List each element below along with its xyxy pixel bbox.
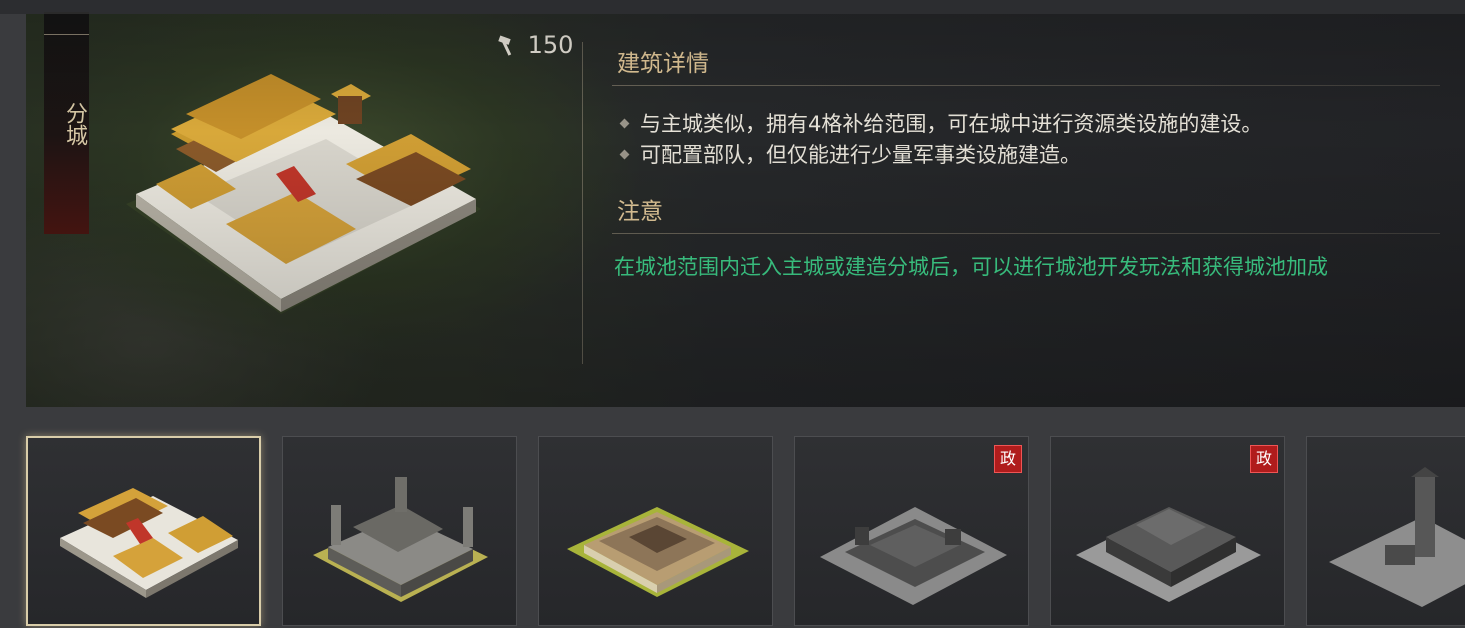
building-type-list: 政 政 [0, 422, 1465, 626]
building-name: 分城 [62, 102, 87, 146]
details-bullet: 可配置部队，但仅能进行少量军事类设施建造。 [619, 140, 1081, 170]
policy-badge: 政 [1250, 445, 1278, 473]
cost-value: 150 [527, 31, 574, 59]
walled-town-thumbnail [567, 507, 749, 597]
grey-tower-thumbnail [1329, 467, 1465, 607]
building-preview-panel: 分城 150 建筑详情 与主城类似，拥有4格补给范围，可在城中进行资源类设施的建… [26, 12, 1465, 407]
building-card-walled-town[interactable] [538, 436, 773, 626]
building-card-grey-camp[interactable]: 政 [794, 436, 1029, 626]
building-card-golden-palace[interactable] [26, 436, 261, 626]
policy-badge: 政 [994, 445, 1022, 473]
hammer-icon [496, 31, 528, 59]
details-bullet-text: 与主城类似，拥有4格补给范围，可在城中进行资源类设施的建设。 [640, 112, 1263, 136]
banner-rule [44, 34, 89, 35]
diamond-bullet-icon [619, 118, 630, 129]
notice-rule [612, 233, 1440, 234]
building-card-grey-tower[interactable] [1306, 436, 1465, 626]
build-cost: 150 [496, 30, 573, 60]
building-illustration [126, 74, 481, 314]
details-bullet-text: 可配置部队，但仅能进行少量军事类设施建造。 [640, 143, 1081, 167]
golden-palace-thumbnail [60, 488, 238, 598]
panel-divider [582, 42, 583, 364]
notice-title: 注意 [617, 199, 663, 225]
building-name-banner: 分城 [44, 12, 89, 234]
building-card-grey-fortress[interactable]: 政 [1050, 436, 1285, 626]
details-rule [612, 85, 1440, 86]
stone-fortress-thumbnail [313, 477, 488, 602]
details-title: 建筑详情 [617, 51, 709, 77]
notice-text: 在城池范围内迁入主城或建造分城后，可以进行城池开发玩法和获得城池加成 [614, 255, 1328, 279]
diamond-bullet-icon [619, 149, 630, 160]
top-edge [0, 0, 1465, 14]
details-bullet: 与主城类似，拥有4格补给范围，可在城中进行资源类设施的建设。 [619, 109, 1263, 139]
building-card-stone-fortress[interactable] [282, 436, 517, 626]
